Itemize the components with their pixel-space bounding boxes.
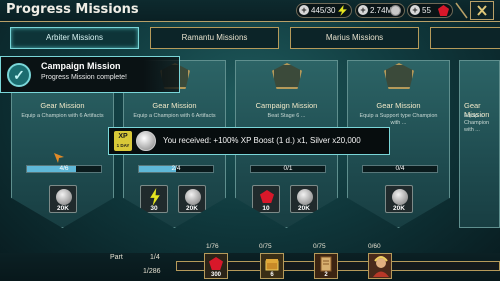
xp-boost-icon: XP 1 DAY	[114, 131, 132, 151]
silver-coin-icon	[297, 189, 313, 205]
add-gems-icon[interactable]: +	[410, 5, 420, 15]
part-value: 1/4	[150, 254, 160, 261]
pointer-arrow-icon	[54, 153, 64, 163]
milestone-label: 0/60	[368, 243, 381, 250]
mission-title: Campaign Mission	[255, 101, 318, 110]
add-silver-icon[interactable]: +	[358, 5, 368, 15]
mission-card-partial[interactable]: Gear Mission Equip a Champion with ...	[459, 60, 500, 228]
xp-boost-label: XP	[118, 133, 128, 140]
mission-crest-icon	[272, 63, 302, 89]
silver-coin-icon	[390, 5, 401, 16]
milestone-label: 0/75	[259, 243, 272, 250]
champion-portrait-icon	[373, 256, 389, 277]
mission-description: Beat Stage 6 ...	[267, 113, 306, 119]
gem-icon	[260, 190, 274, 203]
milestone-label: 0/75	[313, 243, 326, 250]
close-button[interactable]	[470, 1, 494, 20]
chest-icon	[265, 259, 279, 271]
scroll-icon	[320, 256, 332, 272]
gems-value: 55	[422, 6, 431, 15]
mission-progress-bar: 0/1	[250, 165, 326, 173]
energy-value: 445/30	[311, 6, 336, 15]
tab-next-partial[interactable]	[430, 27, 500, 49]
reward-slot[interactable]: 30	[140, 185, 168, 213]
page-title: Progress Missions	[6, 2, 139, 17]
part-label: Part	[110, 254, 123, 261]
mission-title: Gear Mission	[376, 101, 421, 110]
milestone-reward[interactable]	[368, 253, 392, 279]
mission-progress-bar: 4/6	[26, 165, 102, 173]
mission-progress-bar: 2/4	[138, 165, 214, 173]
mission-progress-bar: 0/4	[362, 165, 438, 173]
reward-amount: 20K	[57, 205, 69, 212]
milestone-label: 1/76	[206, 243, 219, 250]
silver-coin-icon	[392, 189, 408, 205]
reward-slot[interactable]: 20K	[178, 185, 206, 213]
reward-received-toast: XP 1 DAY You received: +100% XP Boost (1…	[108, 127, 390, 155]
mission-crest-icon	[384, 63, 414, 89]
mission-title: Gear Mission	[152, 101, 197, 110]
reward-amount: 20K	[393, 205, 405, 212]
progress-label: 0/4	[395, 165, 405, 172]
milestone-reward[interactable]: 6	[260, 253, 284, 279]
mission-complete-toast: ✓ Campaign Mission Progress Mission comp…	[0, 56, 180, 93]
milestone-reward[interactable]: 2	[314, 253, 338, 279]
toast-title: Campaign Mission	[41, 61, 121, 71]
reward-amount: 20K	[298, 205, 310, 212]
energy-bolt-icon	[150, 188, 160, 206]
silver-counter[interactable]: + 2.74M	[355, 3, 405, 18]
reward-slot[interactable]: 10	[252, 185, 280, 213]
reward-amount: 20K	[186, 205, 198, 212]
gems-counter[interactable]: + 55	[407, 3, 453, 18]
silver-value: 2.74M	[370, 6, 393, 15]
energy-counter[interactable]: + 445/30	[296, 3, 352, 18]
energy-bolt-icon	[338, 5, 347, 16]
close-icon	[477, 5, 487, 16]
silver-coin-icon	[56, 189, 72, 205]
tab-arbiter-missions[interactable]: Arbiter Missions	[10, 27, 139, 49]
top-bar: Progress Missions + 445/30 + 2.74M + 55	[0, 0, 500, 22]
total-progress-value: 1/286	[143, 268, 161, 275]
reward-slot[interactable]: 20K	[49, 185, 77, 213]
reward-amount: 10	[262, 205, 270, 212]
mission-description: Equip a Champion with 6 Artifacts	[133, 113, 216, 119]
tab-marius-missions[interactable]: Marius Missions	[290, 27, 419, 49]
mission-description: Equip a Champion with 6 Artifacts	[21, 113, 104, 119]
milestone-amount: 6	[270, 272, 274, 278]
milestone-amount: 300	[210, 272, 221, 278]
gem-icon	[438, 5, 449, 16]
mission-description: Equip a Champion with ...	[464, 113, 490, 133]
milestone-reward[interactable]: 300	[204, 253, 228, 279]
mission-description: Equip a Support type Champion with ...	[359, 113, 438, 126]
reward-amount: 30	[150, 205, 158, 212]
silver-coin-icon	[136, 131, 156, 151]
progress-label: 4/6	[59, 165, 69, 172]
milestone-amount: 2	[324, 272, 328, 278]
tab-ramantu-missions[interactable]: Ramantu Missions	[150, 27, 279, 49]
reward-slot[interactable]: 20K	[385, 185, 413, 213]
add-energy-icon[interactable]: +	[299, 5, 309, 15]
reward-message: You received: +100% XP Boost (1 d.) x1, …	[163, 136, 361, 145]
xp-boost-duration: 1 DAY	[116, 143, 130, 148]
toast-subtitle: Progress Mission complete!	[41, 74, 127, 81]
reward-slot[interactable]: 20K	[290, 185, 318, 213]
progress-label: 0/1	[283, 165, 293, 172]
progress-label: 2/4	[171, 165, 181, 172]
gem-icon	[209, 257, 223, 270]
mission-title: Gear Mission	[40, 101, 85, 110]
back-arrow-icon[interactable]	[455, 2, 469, 20]
checkmark-icon: ✓	[7, 63, 31, 87]
silver-coin-icon	[185, 189, 201, 205]
